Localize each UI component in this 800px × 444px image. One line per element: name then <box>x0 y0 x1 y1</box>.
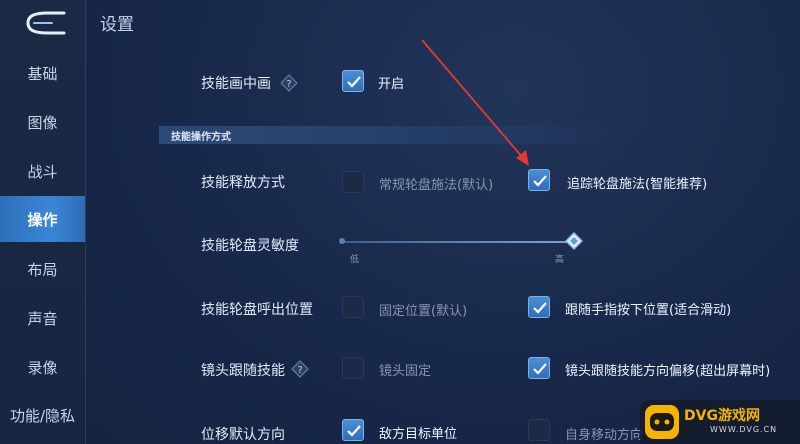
watermark: DVG游戏网 WWW.DVG.CN <box>640 400 800 444</box>
watermark-url: WWW.DVG.CN <box>710 425 778 434</box>
annotation-arrow <box>421 39 529 166</box>
dvg-logo-icon <box>645 405 679 439</box>
watermark-name: DVG游戏网 <box>684 408 760 424</box>
